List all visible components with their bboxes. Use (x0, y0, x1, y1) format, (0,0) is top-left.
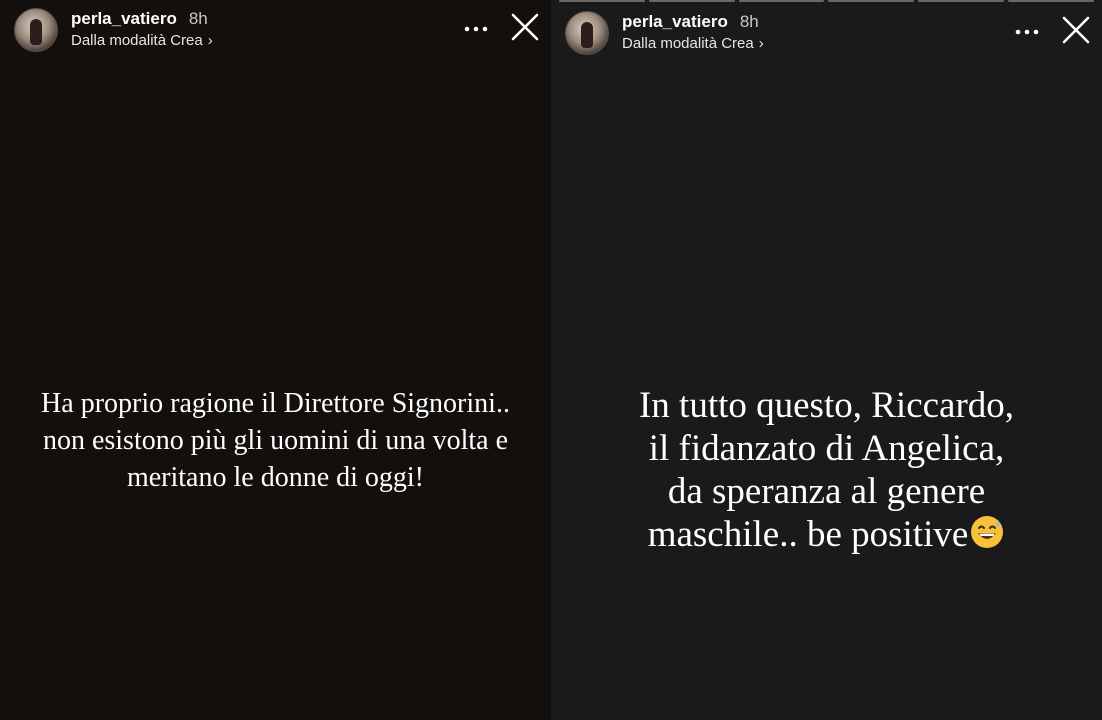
story-text: Ha proprio ragione il Direttore Signorin… (0, 385, 551, 496)
more-horizontal-icon[interactable] (463, 16, 489, 42)
story-meta: perla_vatiero 8h Dalla modalità Crea › (71, 9, 213, 49)
progress-segment (738, 0, 825, 2)
more-horizontal-icon[interactable] (1014, 19, 1040, 45)
story-meta: perla_vatiero 8h Dalla modalità Crea › (622, 12, 764, 52)
story-header: perla_vatiero 8h Dalla modalità Crea › (565, 11, 1092, 55)
subtitle: Dalla modalità Crea (622, 35, 754, 52)
story-text-line: In tutto questo, Riccardo, (638, 385, 1015, 426)
story-text-line: non esistono più gli uomini di una volta… (42, 425, 509, 456)
close-icon[interactable] (1060, 14, 1092, 46)
story-panel-right[interactable]: perla_vatiero 8h Dalla modalità Crea › In… (551, 0, 1102, 720)
close-icon[interactable] (509, 11, 541, 43)
story-text-line: il fidanzato di Angelica, (648, 428, 1005, 469)
progress-segment (648, 0, 735, 2)
create-mode-link[interactable]: Dalla modalità Crea › (622, 35, 764, 52)
subtitle: Dalla modalità Crea (71, 32, 203, 49)
story-text-line: da speranza al genere (667, 471, 986, 512)
story-progress-bar (559, 0, 1094, 3)
chevron-right-icon: › (207, 32, 213, 49)
avatar[interactable] (565, 11, 609, 55)
progress-segment (1008, 0, 1094, 2)
grinning-face-with-sweat-emoji (969, 514, 1005, 560)
post-time: 8h (188, 9, 208, 28)
story-panel-left[interactable]: perla_vatiero 8h Dalla modalità Crea › Ha… (0, 0, 551, 720)
post-time: 8h (739, 12, 759, 31)
create-mode-link[interactable]: Dalla modalità Crea › (71, 32, 213, 49)
username[interactable]: perla_vatiero (71, 9, 177, 29)
story-text-line: meritano le donne di oggi! (126, 462, 425, 493)
progress-segment (918, 0, 1005, 2)
story-text: In tutto questo, Riccardo, il fidanzato … (551, 384, 1102, 560)
progress-segment (828, 0, 915, 2)
username[interactable]: perla_vatiero (622, 12, 728, 32)
story-header: perla_vatiero 8h Dalla modalità Crea › (14, 8, 541, 52)
story-text-line: maschile.. be positive (647, 514, 969, 555)
chevron-right-icon: › (758, 35, 764, 52)
progress-segment (559, 0, 645, 2)
avatar[interactable] (14, 8, 58, 52)
story-text-line-last: maschile.. be positive (551, 513, 1102, 560)
story-text-line: Ha proprio ragione il Direttore Signorin… (41, 388, 510, 419)
